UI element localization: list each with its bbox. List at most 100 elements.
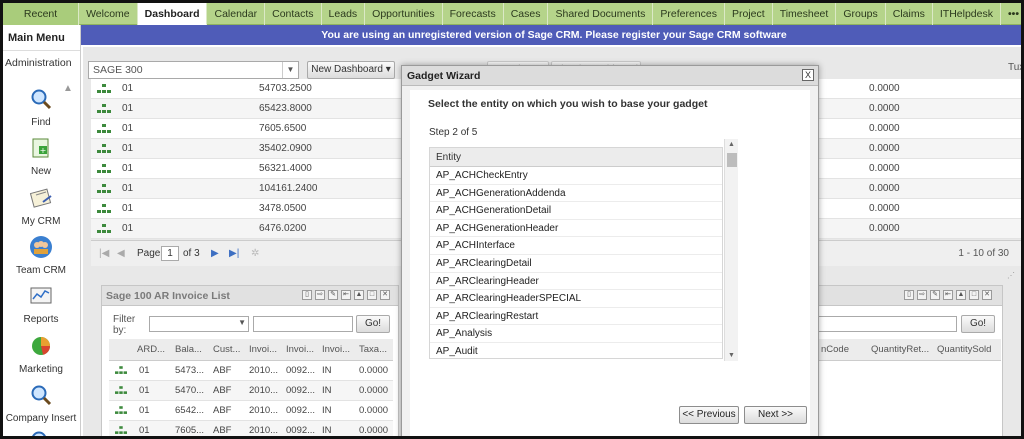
- close-icon[interactable]: ✕: [380, 290, 390, 300]
- collapse-icon[interactable]: ▲: [354, 290, 364, 300]
- column-header[interactable]: QuantityRet...: [871, 344, 929, 355]
- close-icon[interactable]: ✕: [982, 290, 992, 300]
- record-tree-icon: [97, 144, 111, 153]
- collapse-icon[interactable]: ▲: [956, 290, 966, 300]
- scroll-thumb[interactable]: [727, 153, 737, 167]
- cell: 65423.8000: [259, 103, 312, 114]
- panel-tool-icon[interactable]: ⇨: [917, 290, 927, 300]
- cell: 0.0000: [869, 103, 900, 114]
- menu-item-company-insert[interactable]: Company Insert: [3, 383, 79, 424]
- administration-link[interactable]: Administration: [3, 51, 80, 75]
- entity-list-item[interactable]: AP_ARClearingRestart: [430, 308, 722, 326]
- column-header[interactable]: Bala...: [175, 344, 202, 355]
- more-tabs-button[interactable]: •••: [1001, 3, 1021, 25]
- menu-item-team-crm[interactable]: Team CRM: [3, 235, 79, 276]
- table-row[interactable]: 01 5473... ABF 2010... 0092... IN 0.0000: [109, 361, 393, 381]
- filter-select[interactable]: ▼: [149, 316, 249, 332]
- tab-claims[interactable]: Claims: [886, 3, 933, 25]
- prev-page-icon[interactable]: ◀: [117, 248, 125, 259]
- table-row[interactable]: 01 5470... ABF 2010... 0092... IN 0.0000: [109, 381, 393, 401]
- new-dashboard-button[interactable]: New Dashboard ▾: [307, 61, 395, 79]
- resize-grip-icon[interactable]: ⋰: [1007, 271, 1015, 280]
- panel-tool-icon[interactable]: ▯: [904, 290, 914, 300]
- tab-forecasts[interactable]: Forecasts: [443, 3, 504, 25]
- cell: 6476.0200: [259, 223, 307, 234]
- cell: 0.0000: [869, 83, 900, 94]
- tab-preferences[interactable]: Preferences: [653, 3, 725, 25]
- maximize-icon[interactable]: □: [367, 290, 377, 300]
- recent-tab[interactable]: Recent: [3, 3, 80, 25]
- menu-item-new[interactable]: + New: [3, 136, 79, 177]
- column-header[interactable]: ARD...: [137, 344, 165, 355]
- cell: IN: [322, 405, 332, 416]
- truncated-link[interactable]: Tux: [1008, 62, 1021, 73]
- dialog-close-button[interactable]: X: [802, 69, 814, 81]
- edit-icon[interactable]: ✎: [930, 290, 940, 300]
- tab-welcome[interactable]: Welcome: [79, 3, 138, 25]
- page-number-input[interactable]: 1: [161, 246, 179, 261]
- scroll-up-icon[interactable]: ▲: [728, 141, 735, 148]
- entity-list-item[interactable]: AP_ARClearingHeaderSPECIAL: [430, 290, 722, 308]
- entity-list-item[interactable]: AP_ARClearingDetail: [430, 255, 722, 273]
- entity-list-item[interactable]: AP_ACHGenerationHeader: [430, 220, 722, 238]
- column-header[interactable]: nCode: [821, 344, 849, 355]
- entity-list-item[interactable]: AP_Audit: [430, 343, 722, 358]
- maximize-icon[interactable]: □: [969, 290, 979, 300]
- scroll-down-icon[interactable]: ▼: [728, 352, 735, 359]
- column-header[interactable]: Cust...: [213, 344, 240, 355]
- next-button[interactable]: Next >>: [744, 406, 807, 424]
- tab-ithelpdesk[interactable]: ITHelpdesk: [933, 3, 1001, 25]
- dashboard-select[interactable]: SAGE 300 ▼: [88, 61, 299, 79]
- entity-list: Entity AP_ACHCheckEntry AP_ACHGeneration…: [429, 147, 723, 359]
- filter-go-button[interactable]: Go!: [961, 315, 995, 333]
- first-page-icon[interactable]: |◀: [99, 248, 109, 259]
- panel-tool-icon[interactable]: ▯: [302, 290, 312, 300]
- column-header[interactable]: QuantitySold: [937, 344, 991, 355]
- entity-list-item[interactable]: AP_ARClearingHeader: [430, 273, 722, 291]
- menu-label-marketing: Marketing: [19, 364, 63, 375]
- menu-item-marketing[interactable]: Marketing: [3, 334, 79, 375]
- table-row[interactable]: 01 6542... ABF 2010... 0092... IN 0.0000: [109, 401, 393, 421]
- entity-list-item[interactable]: AP_ACHInterface: [430, 237, 722, 255]
- last-page-icon[interactable]: ▶|: [229, 248, 239, 259]
- column-header[interactable]: Invoi...: [322, 344, 350, 355]
- tab-groups[interactable]: Groups: [836, 3, 886, 25]
- entity-list-item[interactable]: AP_ACHGenerationAddenda: [430, 185, 722, 203]
- table-row[interactable]: 01 7605... ABF 2010... 0092... IN 0.0000: [109, 421, 393, 436]
- edit-icon[interactable]: ✎: [328, 290, 338, 300]
- column-header[interactable]: Invoi...: [286, 344, 314, 355]
- record-count: 1 - 10 of 30: [958, 248, 1009, 259]
- tab-calendar[interactable]: Calendar: [207, 3, 266, 25]
- entity-list-item[interactable]: AP_ACHCheckEntry: [430, 167, 722, 185]
- record-tree-icon: [115, 366, 127, 374]
- tab-leads[interactable]: Leads: [322, 3, 366, 25]
- menu-item-reports[interactable]: Reports: [3, 284, 79, 325]
- filter-input[interactable]: [817, 316, 957, 332]
- next-page-icon[interactable]: ▶: [211, 248, 219, 259]
- tab-opportunities[interactable]: Opportunities: [365, 3, 443, 25]
- entity-column-header[interactable]: Entity: [430, 148, 722, 167]
- dialog-titlebar[interactable]: Gadget Wizard X: [402, 66, 818, 86]
- panel-tool-icon[interactable]: ⇨: [315, 290, 325, 300]
- menu-item-find[interactable]: Find: [3, 87, 79, 128]
- filter-input[interactable]: [253, 316, 353, 332]
- entity-list-item[interactable]: AP_Analysis: [430, 325, 722, 343]
- column-header[interactable]: Invoi...: [249, 344, 277, 355]
- panel-tool-icon[interactable]: ⇤: [943, 290, 953, 300]
- menu-item-partial[interactable]: [3, 429, 79, 436]
- panel-tool-icon[interactable]: ⇤: [341, 290, 351, 300]
- cell: 01: [122, 123, 134, 134]
- tab-contacts[interactable]: Contacts: [265, 3, 322, 25]
- tab-cases[interactable]: Cases: [504, 3, 549, 25]
- tab-timesheet[interactable]: Timesheet: [773, 3, 837, 25]
- entity-list-scrollbar[interactable]: ▲ ▼: [724, 139, 738, 361]
- menu-item-my-crm[interactable]: My CRM: [3, 186, 79, 227]
- tab-project[interactable]: Project: [725, 3, 773, 25]
- previous-button[interactable]: << Previous: [679, 406, 739, 424]
- tab-shared-documents[interactable]: Shared Documents: [548, 3, 654, 25]
- refresh-icon[interactable]: ✲: [251, 248, 259, 259]
- column-header[interactable]: Taxa...: [359, 344, 387, 355]
- tab-dashboard[interactable]: Dashboard: [137, 3, 208, 25]
- entity-list-item[interactable]: AP_ACHGenerationDetail: [430, 202, 722, 220]
- filter-go-button[interactable]: Go!: [356, 315, 390, 333]
